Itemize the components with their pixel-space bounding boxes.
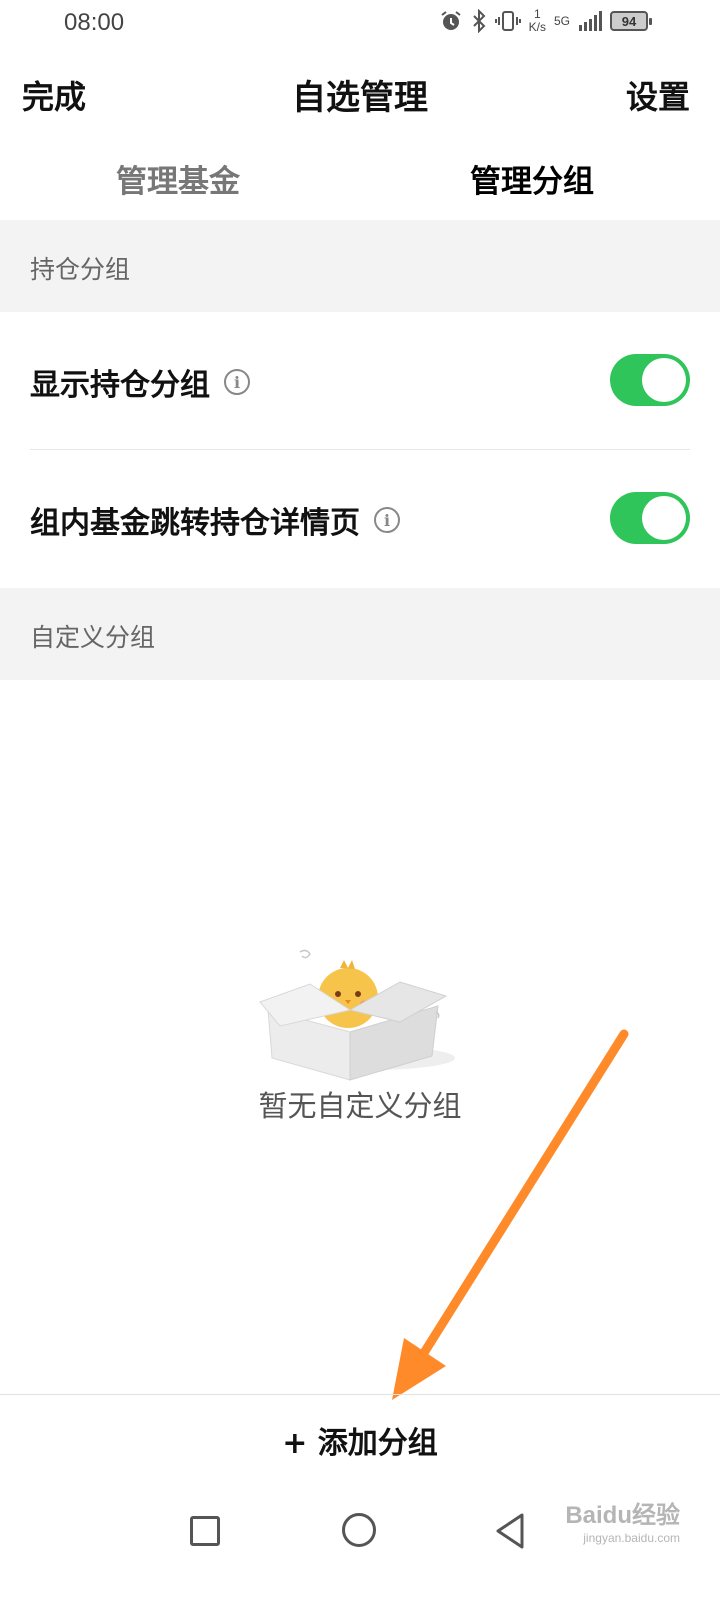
battery-level: 94 [621,13,637,29]
recent-apps-icon[interactable] [190,1516,220,1546]
status-time: 08:00 [64,9,125,36]
home-icon[interactable] [342,1513,376,1547]
section-title-custom: 自定义分组 [30,623,156,652]
settings-button[interactable]: 设置 [626,72,690,118]
tab-manage-groups[interactable]: 管理分组 [470,156,594,201]
section-header-holding: 持仓分组 [0,220,720,312]
vibrate-icon [494,11,521,31]
tab-bar: 管理基金 管理分组 [0,150,720,210]
page-title: 自选管理 [292,78,428,118]
section-header-custom: 自定义分组 [0,588,720,680]
info-icon[interactable]: i [374,507,400,533]
section-title-holding: 持仓分组 [30,255,131,284]
network-speed: 1 K/s [528,7,546,34]
back-icon[interactable] [494,1512,526,1550]
network-type: 5G [553,13,570,28]
status-icons: 1 K/s 5G 94 [439,7,652,34]
baidu-watermark-logo: Baidu经验 jingyan.baidu.com [565,1502,680,1546]
signal-icon [579,11,602,31]
bluetooth-icon [472,9,486,33]
nav-bar: 完成 自选管理 设置 [0,60,720,124]
setting-label-show-holding: 显示持仓分组 [30,368,210,403]
setting-row-jump-detail: 组内基金跳转持仓详情页 i [0,450,720,588]
setting-label-jump-detail: 组内基金跳转持仓详情页 [30,506,360,541]
add-group-button[interactable]: + 添加分组 [0,1418,720,1478]
tab-manage-funds[interactable]: 管理基金 [116,156,240,201]
setting-row-show-holding: 显示持仓分组 i [0,312,720,450]
empty-state-text: 暂无自定义分组 [258,1089,462,1123]
alarm-icon [441,11,461,30]
battery-icon: 94 [610,11,652,31]
bottom-divider [0,1394,720,1395]
toggle-show-holding[interactable] [610,354,690,406]
info-icon[interactable]: i [224,369,250,395]
toggle-jump-detail[interactable] [610,492,690,544]
status-bar: 08:00 1 K/s 5G 94 [0,0,720,50]
toggle-knob [642,358,686,402]
empty-box-chick-illustration [259,949,455,1081]
toggle-knob [642,496,686,540]
